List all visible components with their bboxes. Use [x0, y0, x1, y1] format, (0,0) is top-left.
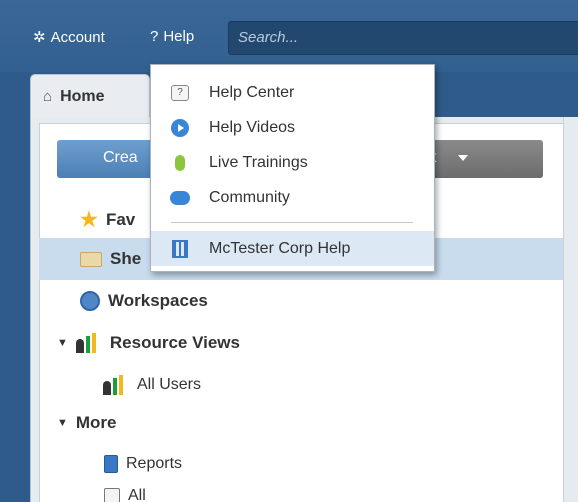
menu-item-live-trainings[interactable]: Live Trainings — [151, 145, 434, 180]
menu-divider — [171, 222, 413, 223]
create-button-label: Crea — [103, 149, 138, 166]
sidebar-item-sheets[interactable]: She — [80, 249, 141, 269]
resource-views-label: Resource Views — [109, 333, 240, 352]
account-link[interactable]: ✲ Account — [33, 28, 105, 47]
report-icon — [104, 455, 118, 473]
help-link[interactable]: ? Help — [150, 28, 194, 45]
triangle-down-icon: ▼ — [57, 417, 68, 429]
menu-item-label: Community — [209, 188, 290, 206]
sidebar-item-more[interactable]: ▼ More — [57, 413, 117, 433]
star-icon: ★ — [80, 209, 98, 231]
building-icon — [172, 239, 188, 258]
sidebar-item-all-users[interactable]: All Users — [103, 375, 201, 395]
menu-item-help-videos[interactable]: Help Videos — [151, 110, 434, 145]
favorites-label: Fav — [105, 209, 136, 229]
workspaces-label: Workspaces — [108, 291, 208, 310]
help-center-icon: ? — [171, 84, 189, 101]
all-users-label: All Users — [137, 376, 202, 393]
panel-scroll-strip — [563, 117, 578, 502]
help-menu: ? Help Center Help Videos Live Trainings… — [150, 64, 435, 272]
resource-views-icon — [75, 333, 102, 353]
workspaces-icon — [80, 291, 100, 311]
menu-item-label: Live Trainings — [209, 153, 308, 171]
caret-down-icon — [458, 155, 468, 161]
folder-icon — [80, 251, 102, 267]
search-input[interactable]: Search... — [228, 21, 578, 55]
play-icon — [171, 118, 189, 137]
menu-item-label: McTester Corp Help — [209, 239, 351, 257]
all-label: All — [128, 487, 146, 502]
triangle-down-icon: ▼ — [57, 337, 68, 349]
help-label: Help — [163, 28, 195, 45]
home-icon: ⌂ — [43, 88, 53, 105]
microphone-icon — [175, 154, 185, 171]
menu-item-community[interactable]: Community — [151, 180, 434, 215]
chat-bubbles-icon — [170, 190, 190, 205]
search-document-icon — [104, 488, 120, 502]
more-label: More — [75, 413, 117, 432]
account-label: Account — [50, 28, 105, 46]
sheets-label: She — [110, 249, 142, 268]
question-mark-icon: ? — [150, 28, 159, 45]
sidebar-item-favorites[interactable]: ★ Fav — [80, 207, 135, 232]
reports-label: Reports — [126, 455, 183, 472]
sidebar-item-workspaces[interactable]: Workspaces — [80, 291, 208, 311]
sidebar-item-resource-views[interactable]: ▼ Resource Views — [57, 333, 240, 353]
tab-home-label: Home — [60, 87, 105, 105]
sidebar-item-all[interactable]: All — [104, 487, 146, 502]
tab-home[interactable]: ⌂ Home — [30, 74, 150, 118]
menu-item-org-help[interactable]: McTester Corp Help — [151, 231, 434, 266]
menu-item-label: Help Videos — [209, 118, 295, 136]
gear-icon: ✲ — [33, 29, 46, 46]
menu-item-label: Help Center — [209, 83, 295, 101]
sidebar-item-reports[interactable]: Reports — [104, 455, 182, 473]
menu-item-help-center[interactable]: ? Help Center — [151, 75, 434, 110]
resource-view-icon — [103, 375, 129, 395]
